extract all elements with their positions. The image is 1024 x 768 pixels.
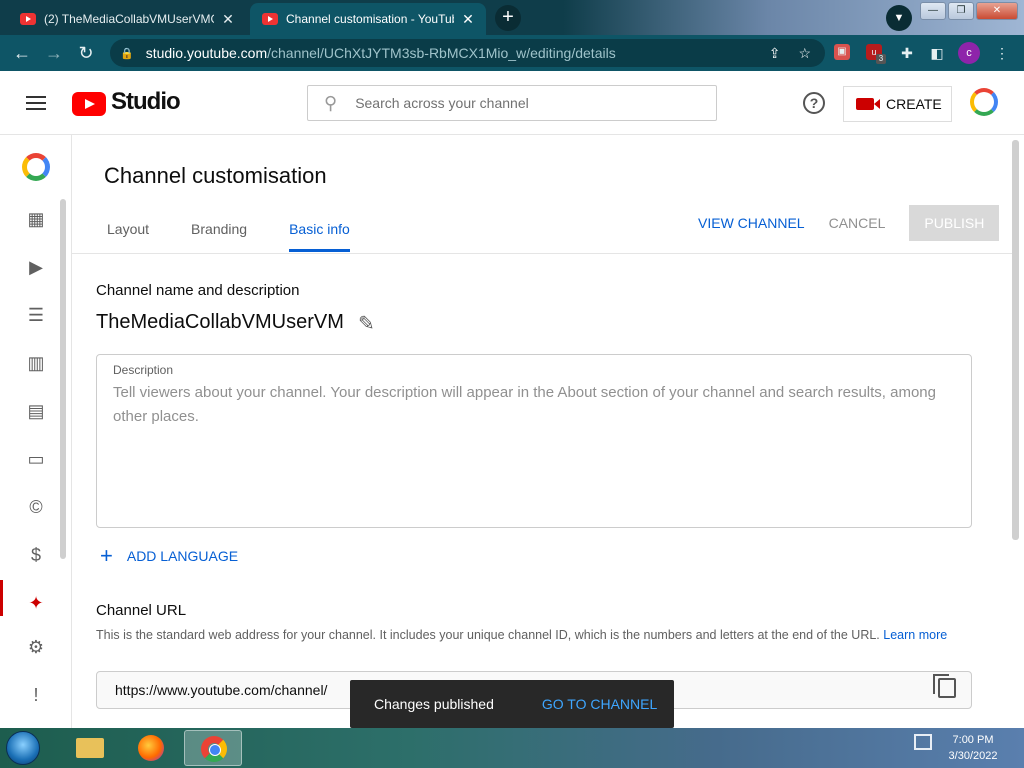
- forward-arrow-icon[interactable]: →: [38, 43, 70, 64]
- puzzle-extensions-icon[interactable]: ✚: [898, 43, 916, 63]
- add-language-button[interactable]: + ADD LANGUAGE: [100, 543, 238, 569]
- add-language-label: ADD LANGUAGE: [126, 548, 239, 564]
- clock-date: 3/30/2022: [948, 750, 998, 762]
- firefox-icon: [138, 735, 164, 761]
- url-host: studio.youtube.com: [145, 45, 268, 61]
- search-icon: ⚲: [324, 92, 338, 113]
- cancel-button[interactable]: CANCEL: [829, 215, 886, 231]
- snackbar-message: Changes published: [374, 696, 494, 712]
- channel-url-title: Channel URL: [96, 602, 187, 619]
- main-content: Channel customisation Layout Branding Ba…: [72, 135, 1024, 728]
- create-button[interactable]: CREATE: [843, 86, 952, 122]
- section-title-name-description: Channel name and description: [96, 282, 300, 299]
- browser-tab-2-title: Channel customisation - YouTube: [286, 12, 454, 26]
- tab-basic-info[interactable]: Basic info: [289, 221, 350, 252]
- page-title: Channel customisation: [104, 163, 327, 188]
- channel-name: TheMediaCollabVMUserVM: [96, 311, 344, 333]
- system-clock[interactable]: 7:00 PM 3/30/2022: [930, 732, 1016, 764]
- snackbar: Changes published GO TO CHANNEL: [350, 680, 674, 728]
- taskbar-chrome[interactable]: [184, 730, 242, 766]
- browser-toolbar: ← → ↻ 🔒 studio.youtube.com /channel/UChX…: [0, 35, 1024, 71]
- youtube-favicon-icon: [262, 13, 278, 25]
- customisation-tabs: Layout Branding Basic info: [107, 221, 392, 252]
- youtube-favicon-icon: [20, 13, 36, 25]
- bookmark-star-icon[interactable]: ☆: [798, 45, 811, 62]
- reload-icon[interactable]: ↻: [70, 43, 102, 64]
- studio-header: Studio ⚲ Search across your channel ? CR…: [0, 71, 1024, 135]
- hamburger-menu-icon[interactable]: [26, 96, 46, 110]
- share-icon[interactable]: ⇪: [769, 45, 781, 62]
- tabs-divider: [72, 253, 1012, 254]
- new-tab-button[interactable]: +: [495, 5, 521, 31]
- close-tab-icon[interactable]: ✕: [460, 11, 476, 28]
- lock-icon: 🔒: [120, 47, 134, 60]
- close-tab-icon[interactable]: ✕: [220, 11, 236, 28]
- side-panel-icon[interactable]: ◧: [928, 43, 946, 63]
- description-field[interactable]: Description Tell viewers about your chan…: [96, 354, 972, 528]
- edit-pencil-icon[interactable]: ✎: [358, 311, 375, 336]
- search-input[interactable]: ⚲ Search across your channel: [307, 85, 717, 121]
- dashboard-icon[interactable]: ▦: [24, 207, 48, 231]
- restore-button[interactable]: ❐: [948, 2, 974, 20]
- copyright-icon[interactable]: ©: [24, 495, 48, 519]
- channel-avatar[interactable]: [22, 153, 50, 181]
- subtitles-icon[interactable]: ▭: [24, 447, 48, 471]
- tab-layout[interactable]: Layout: [107, 221, 149, 252]
- search-placeholder: Search across your channel: [355, 95, 529, 111]
- go-to-channel-button[interactable]: GO TO CHANNEL: [542, 696, 657, 712]
- url-path: /channel/UChXtJYTM3sb-RbMCX1Mio_w/editin…: [267, 45, 616, 61]
- playlists-icon[interactable]: ☰: [24, 303, 48, 327]
- monetization-icon[interactable]: $: [24, 543, 48, 567]
- browser-tab-strip: (2) TheMediaCollabVMUserVMG... ✕ Channel…: [0, 0, 1024, 35]
- main-scrollbar[interactable]: [1012, 140, 1019, 540]
- tab-branding[interactable]: Branding: [191, 221, 247, 252]
- rail-scrollbar[interactable]: [60, 199, 66, 559]
- windows-taskbar: 7:00 PM 3/30/2022: [0, 728, 1024, 768]
- analytics-icon[interactable]: ▥: [24, 351, 48, 375]
- youtube-logo-icon[interactable]: [72, 92, 106, 116]
- minimize-button[interactable]: —: [920, 2, 946, 20]
- plus-icon: +: [100, 543, 113, 568]
- header-actions: VIEW CHANNEL CANCEL PUBLISH: [698, 205, 1000, 241]
- tab-search-chevron-icon[interactable]: ▼: [886, 5, 912, 31]
- help-icon[interactable]: ?: [803, 92, 825, 114]
- channel-url-help-text: This is the standard web address for you…: [96, 628, 880, 642]
- profile-avatar[interactable]: c: [958, 42, 980, 64]
- create-label: CREATE: [886, 96, 942, 112]
- browser-tab-1-title: (2) TheMediaCollabVMUserVMG...: [44, 12, 214, 26]
- back-arrow-icon[interactable]: ←: [6, 43, 38, 64]
- active-nav-indicator: [0, 580, 3, 616]
- channel-url-description: This is the standard web address for you…: [96, 625, 956, 645]
- taskbar-firefox[interactable]: [122, 730, 180, 766]
- copy-icon[interactable]: [933, 674, 956, 698]
- kebab-menu-icon[interactable]: ⋮: [994, 43, 1010, 63]
- folder-icon: [76, 738, 104, 758]
- description-placeholder: Tell viewers about your channel. Your de…: [113, 384, 936, 425]
- settings-gear-icon[interactable]: ⚙: [24, 635, 48, 659]
- content-icon[interactable]: ▶: [24, 255, 48, 279]
- account-avatar[interactable]: [970, 88, 998, 116]
- publish-button[interactable]: PUBLISH: [909, 205, 1000, 241]
- learn-more-link[interactable]: Learn more: [883, 628, 947, 642]
- view-channel-button[interactable]: VIEW CHANNEL: [698, 215, 805, 231]
- chrome-icon: [201, 736, 227, 762]
- comments-icon[interactable]: ▤: [24, 399, 48, 423]
- feedback-icon[interactable]: !: [24, 683, 48, 707]
- close-window-button[interactable]: ✕: [976, 2, 1018, 20]
- taskbar-explorer[interactable]: [60, 730, 118, 766]
- clock-time: 7:00 PM: [952, 734, 994, 746]
- extension-icon[interactable]: ▣: [834, 44, 850, 60]
- studio-wordmark[interactable]: Studio: [111, 88, 181, 116]
- start-button[interactable]: [6, 731, 40, 765]
- extension-badge: 3: [876, 54, 886, 64]
- description-label: Description: [113, 363, 174, 377]
- customisation-icon[interactable]: ✦: [24, 591, 48, 615]
- browser-tab-1[interactable]: (2) TheMediaCollabVMUserVMG... ✕: [8, 3, 246, 35]
- video-camera-icon: [856, 98, 880, 110]
- left-nav-rail: ▦ ▶ ☰ ▥ ▤ ▭ © $ ✦ ⚙ !: [0, 135, 72, 728]
- address-bar[interactable]: 🔒 studio.youtube.com /channel/UChXtJYTM3…: [110, 39, 825, 67]
- window-controls: — ❐ ✕: [920, 2, 1018, 20]
- browser-tab-2[interactable]: Channel customisation - YouTube ✕: [250, 3, 486, 35]
